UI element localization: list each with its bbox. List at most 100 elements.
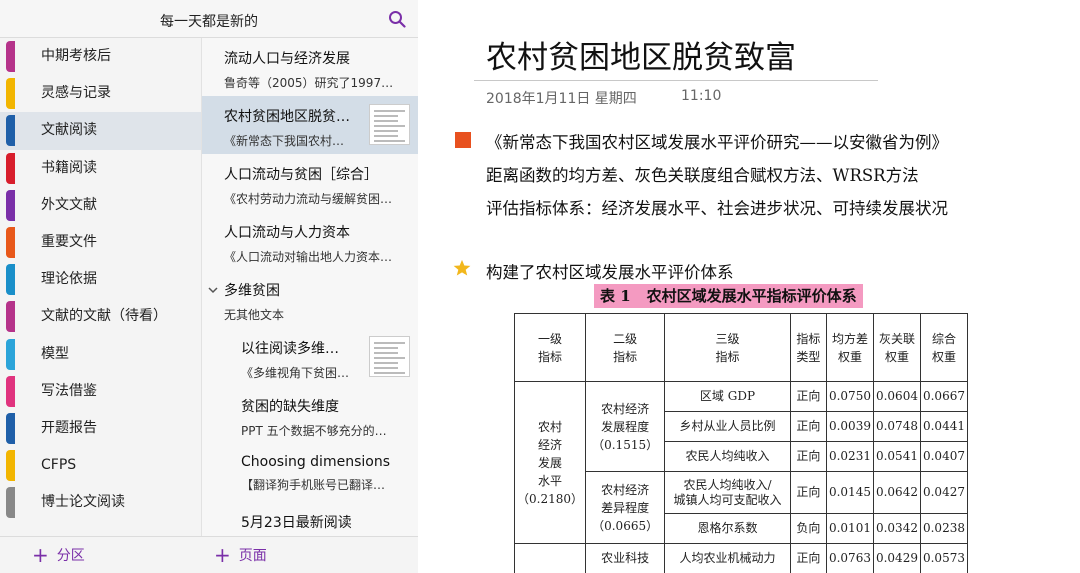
section-color-tab (6, 412, 15, 444)
section-item[interactable]: 灵感与记录 (0, 75, 201, 112)
table-cell: 农村 经济 发展 水平 （0.2180） (514, 381, 586, 544)
page-canvas[interactable]: 农村贫困地区脱贫致富 2018年1月11日 星期四 11:10 《新常态下我国农… (419, 0, 1080, 573)
table-cell: 0.0101 (825, 513, 874, 544)
important-tag-icon[interactable] (455, 132, 471, 148)
table-cell: 二级 指标 (584, 313, 666, 382)
section-item[interactable]: 文献的文献（待看） (0, 298, 201, 335)
section-item[interactable]: 文献阅读 (0, 112, 201, 150)
table-cell: 负向 (789, 513, 827, 544)
section-item[interactable]: 理论依据 (0, 261, 201, 298)
table-cell: 0.0750 (825, 381, 874, 412)
page-snippet: 《人口流动对输出地人力资本… (224, 250, 393, 264)
table-cell: 0.0667 (919, 381, 969, 412)
section-item[interactable]: 书籍阅读 (0, 150, 201, 187)
section-color-tab (6, 189, 15, 221)
page-title-text: 贫困的缺失维度 (241, 399, 339, 415)
table-cell: 0.0541 (872, 441, 921, 472)
section-item[interactable]: 外文文献 (0, 187, 201, 224)
section-color-tab (6, 450, 15, 482)
page-item[interactable]: Choosing dimensions 【翻译狗手机账号已翻译… (202, 444, 418, 502)
page-item[interactable]: 农村贫困地区脱贫… 《新常态下我国农村… (202, 96, 418, 154)
page-item[interactable]: 以往阅读多维… 《多维视角下贫困… (202, 328, 418, 386)
notebook-header: 每一天都是新的 (0, 0, 418, 38)
section-label: 文献阅读 (41, 122, 97, 139)
note-line[interactable]: 评估指标体系：经济发展水平、社会进步状况、可持续发展状况 (486, 195, 948, 219)
note-line[interactable]: 构建了农村区域发展水平评价体系 (486, 259, 734, 283)
note-line[interactable]: 距离函数的均方差、灰色关联度组合赋权方法、WRSR方法 (486, 162, 919, 186)
table-cell: 三级 指标 (664, 313, 791, 382)
page-item[interactable]: 流动人口与经济发展鲁奇等（2005）研究了1997… (202, 38, 418, 96)
page-title-text: 多维贫困 (224, 283, 280, 299)
note-line[interactable]: 《新常态下我国农村区域发展水平评价研究——以安徽省为例》 (486, 129, 948, 153)
page-title-text: 流动人口与经济发展 (224, 51, 350, 67)
table-cell: 农民人均纯收入 (664, 441, 791, 472)
section-color-tab (6, 487, 15, 519)
page-item[interactable]: 贫困的缺失维度 PPT 五个数据不够充分的… (202, 386, 418, 444)
page-item[interactable]: 5月23日最新阅读 (202, 502, 418, 536)
page-title-text: Choosing dimensions (241, 454, 390, 470)
table-cell: 正向 (789, 411, 827, 442)
table-caption: 表 1 农村区域发展水平指标评价体系 (594, 284, 863, 308)
section-item[interactable]: 开题报告 (0, 410, 201, 447)
table-cell: 综合 权重 (919, 313, 969, 382)
table-cell: 0.0407 (919, 441, 969, 472)
page-snippet: 《新常态下我国农村… (224, 134, 345, 148)
table-cell: 正向 (789, 381, 827, 412)
chevron-down-icon[interactable] (208, 285, 218, 295)
page-title-text: 农村贫困地区脱贫… (224, 109, 350, 125)
section-label: 理论依据 (41, 271, 97, 288)
table-cell: 农村经济 差异程度 （0.0665） (584, 471, 666, 544)
section-item[interactable]: 模型 (0, 336, 201, 373)
page-item[interactable]: 人口流动与人力资本 《人口流动对输出地人力资本… (202, 212, 418, 270)
page-list: 流动人口与经济发展鲁奇等（2005）研究了1997… 农村贫困地区脱贫… 《新常态下… (201, 38, 418, 536)
page-thumbnail (369, 104, 410, 145)
table-row: 农村 经济 发展 水平 （0.2180） 农村经济 发展程度 （0.1515） 区域… (514, 381, 969, 544)
section-color-tab (6, 78, 15, 110)
indicator-table: 一级 指标 二级 指标 三级 指标 指标 类型 均方差 权重 灰关联 权重 综合 权重 农村… (514, 313, 969, 573)
table-cell: 指标 类型 (789, 313, 827, 382)
table-row: 农业科技 人均农业机械动力 正向 0.0763 0.0429 0.0573 (514, 543, 969, 573)
star-tag-icon[interactable] (453, 259, 471, 277)
page-snippet: 鲁奇等（2005）研究了1997… (224, 76, 394, 90)
notebook-title[interactable]: 每一天都是新的 (0, 11, 418, 31)
section-label: 灵感与记录 (41, 85, 111, 102)
table-cell: 正向 (789, 441, 827, 472)
section-color-tab (6, 226, 15, 258)
section-item[interactable]: CFPS (0, 447, 201, 484)
section-label: 中期考核后 (41, 48, 111, 64)
table-cell: 0.0441 (919, 411, 969, 442)
section-label: CFPS (41, 457, 77, 474)
section-list: 中期考核后灵感与记录文献阅读书籍阅读 外文文献 重要文件理论依据文献的文献（待看） 模… (0, 38, 201, 536)
table-cell: 0.0429 (872, 543, 921, 573)
section-label: 模型 (41, 345, 69, 362)
table-cell: 灰关联 权重 (872, 313, 921, 382)
table-cell: 0.0763 (825, 543, 874, 573)
section-label: 文献的文献（待看） (41, 308, 167, 325)
add-section-button[interactable]: + 分区 (32, 537, 85, 573)
page-title[interactable]: 农村贫困地区脱贫致富 (486, 32, 796, 77)
add-page-button[interactable]: + 页面 (214, 537, 267, 573)
onenote-window: 每一天都是新的 中期考核后灵感与记录文献阅读书籍阅读 外文文献 重要文件理论依据文献… (0, 0, 1080, 573)
section-item[interactable]: 重要文件 (0, 224, 201, 261)
page-snippet: PPT 五个数据不够充分的… (241, 424, 387, 438)
table-cell: 0.0427 (919, 471, 969, 514)
page-title-text: 人口流动与贫困［综合］ (224, 167, 378, 183)
section-item[interactable]: 中期考核后 (0, 38, 201, 75)
section-color-tab (6, 375, 15, 407)
page-item[interactable]: 多维贫困 无其他文本 (202, 270, 418, 328)
section-color-tab (6, 41, 15, 72)
page-thumbnail (369, 336, 410, 377)
search-icon[interactable] (388, 10, 406, 28)
table-cell: 恩格尔系数 (664, 513, 791, 544)
section-label: 开题报告 (41, 419, 97, 436)
table-cell: 农村经济 发展程度 （0.1515） (584, 381, 666, 472)
table-cell: 均方差 权重 (825, 313, 874, 382)
table-cell: 0.0039 (825, 411, 874, 442)
section-color-tab (6, 301, 15, 333)
section-item[interactable]: 写法借鉴 (0, 373, 201, 410)
table-cell: 区域 GDP (664, 381, 791, 412)
table-cell: 0.0145 (825, 471, 874, 514)
section-color-tab (6, 264, 15, 296)
page-item[interactable]: 人口流动与贫困［综合］ 《农村劳动力流动与缓解贫困… (202, 154, 418, 212)
section-item[interactable]: 博士论文阅读 (0, 484, 201, 521)
